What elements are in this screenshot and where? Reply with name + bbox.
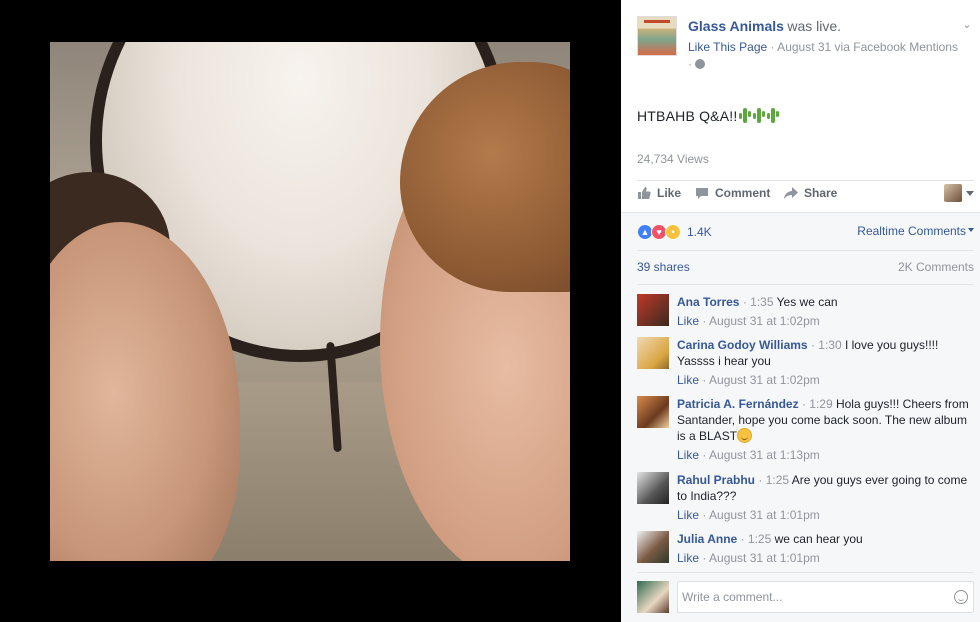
globe-icon[interactable] [695,59,706,69]
post-message: HTBAHB Q&A!! [637,108,780,124]
comment-date[interactable]: · August 31 at 1:01pm [702,551,819,565]
cactus-emoji-icon [752,108,766,123]
comment-date[interactable]: · August 31 at 1:02pm [702,373,819,387]
view-count: 24,734 Views [637,152,709,166]
avatar [944,184,962,202]
page-avatar[interactable] [637,16,677,56]
share-label: Share [804,186,838,200]
avatar[interactable] [637,294,669,326]
chevron-down-icon[interactable]: ⌄ [960,18,974,32]
realtime-comments-dropdown[interactable]: Realtime Comments [857,224,974,238]
like-label: Like [657,186,682,200]
like-page-link[interactable]: Like This Page [688,40,767,54]
shares-link[interactable]: 39 shares [637,260,690,274]
post-message-text: HTBAHB Q&A!! [637,108,738,124]
divider [621,212,980,213]
avatar[interactable] [637,581,669,613]
comment-text: Yes we can [776,295,838,309]
smile-emoji-icon [737,428,753,443]
post-date[interactable]: · August 31 via Facebook Mentions [771,40,958,54]
sad-reaction-icon[interactable]: • [665,224,681,240]
divider [637,284,974,285]
comment-body: Carina Godoy Williams · 1:30 I love you … [677,337,974,389]
comment-like-button[interactable]: Like [677,448,699,462]
comment-author[interactable]: Julia Anne [677,532,737,546]
comment-timestamp[interactable]: · 1:25 [758,473,789,487]
like-button[interactable]: Like [637,186,681,200]
divider [637,572,974,573]
emoji-icon[interactable] [954,590,968,604]
post-meta: Like This Page · August 31 via Facebook … [688,39,974,73]
avatar[interactable] [637,396,669,428]
comment-body: Rahul Prabhu · 1:25 Are you guys ever go… [677,472,974,524]
avatar[interactable] [637,531,669,563]
live-video[interactable] [50,42,570,561]
comment-author[interactable]: Rahul Prabhu [677,473,755,487]
comment-author[interactable]: Carina Godoy Williams [677,338,808,352]
post-actions: Like Comment Share [637,184,974,206]
comment-like-button[interactable]: Like [677,508,699,522]
comment-date[interactable]: · August 31 at 1:13pm [702,448,819,462]
page-name-link[interactable]: Glass Animals [688,18,784,34]
comment-date[interactable]: · August 31 at 1:02pm [702,314,819,328]
comment-label: Comment [715,186,771,200]
comment-date[interactable]: · August 31 at 1:01pm [702,508,819,522]
divider [637,180,974,181]
comments-count: 2K Comments [897,260,974,274]
post-header-text: Glass Animals was live. Like This Page ·… [688,18,974,73]
comment-text: we can hear you [774,532,863,546]
comment-like-button[interactable]: Like [677,551,699,565]
video-stage [0,0,621,622]
caret-down-icon [966,190,974,196]
comment-like-button[interactable]: Like [677,314,699,328]
post-panel: Glass Animals was live. Like This Page ·… [621,0,980,622]
post-as-selector[interactable] [944,184,974,202]
share-icon [784,186,798,200]
reactions-bar: ▲ ♥ • 1.4K Realtime Comments [637,222,974,242]
thumbs-up-icon [637,186,651,200]
comment-timestamp[interactable]: · 1:25 [741,532,772,546]
divider [637,250,974,251]
share-comment-counts: 39 shares 2K Comments [637,260,974,274]
meta-separator: · [688,57,692,71]
comment-like-button[interactable]: Like [677,373,699,387]
reaction-count[interactable]: 1.4K [687,225,712,239]
share-button[interactable]: Share [784,186,837,200]
comment-timestamp[interactable]: · 1:30 [811,338,842,352]
comment-author[interactable]: Ana Torres [677,295,739,309]
comment-body: Patricia A. Fernández · 1:29 Hola guys!!… [677,396,974,464]
comment-composer [637,580,974,614]
cactus-emoji-icon [766,108,780,123]
avatar[interactable] [637,472,669,504]
was-live-text: was live. [787,18,842,34]
realtime-comments-label: Realtime Comments [857,224,966,238]
comment-body: Julia Anne · 1:25 we can hear you Like ·… [677,531,974,567]
comment-body: Ana Torres · 1:35 Yes we can Like · Augu… [677,294,974,330]
comment-timestamp[interactable]: · 1:29 [802,397,833,411]
cactus-emoji-icon [738,108,752,123]
comment-input[interactable] [677,581,974,613]
comment-button[interactable]: Comment [695,186,770,200]
avatar[interactable] [637,337,669,369]
comment-author[interactable]: Patricia A. Fernández [677,397,799,411]
comment-icon [695,186,709,200]
caret-down-icon [968,228,974,232]
comment-timestamp[interactable]: · 1:35 [743,295,774,309]
